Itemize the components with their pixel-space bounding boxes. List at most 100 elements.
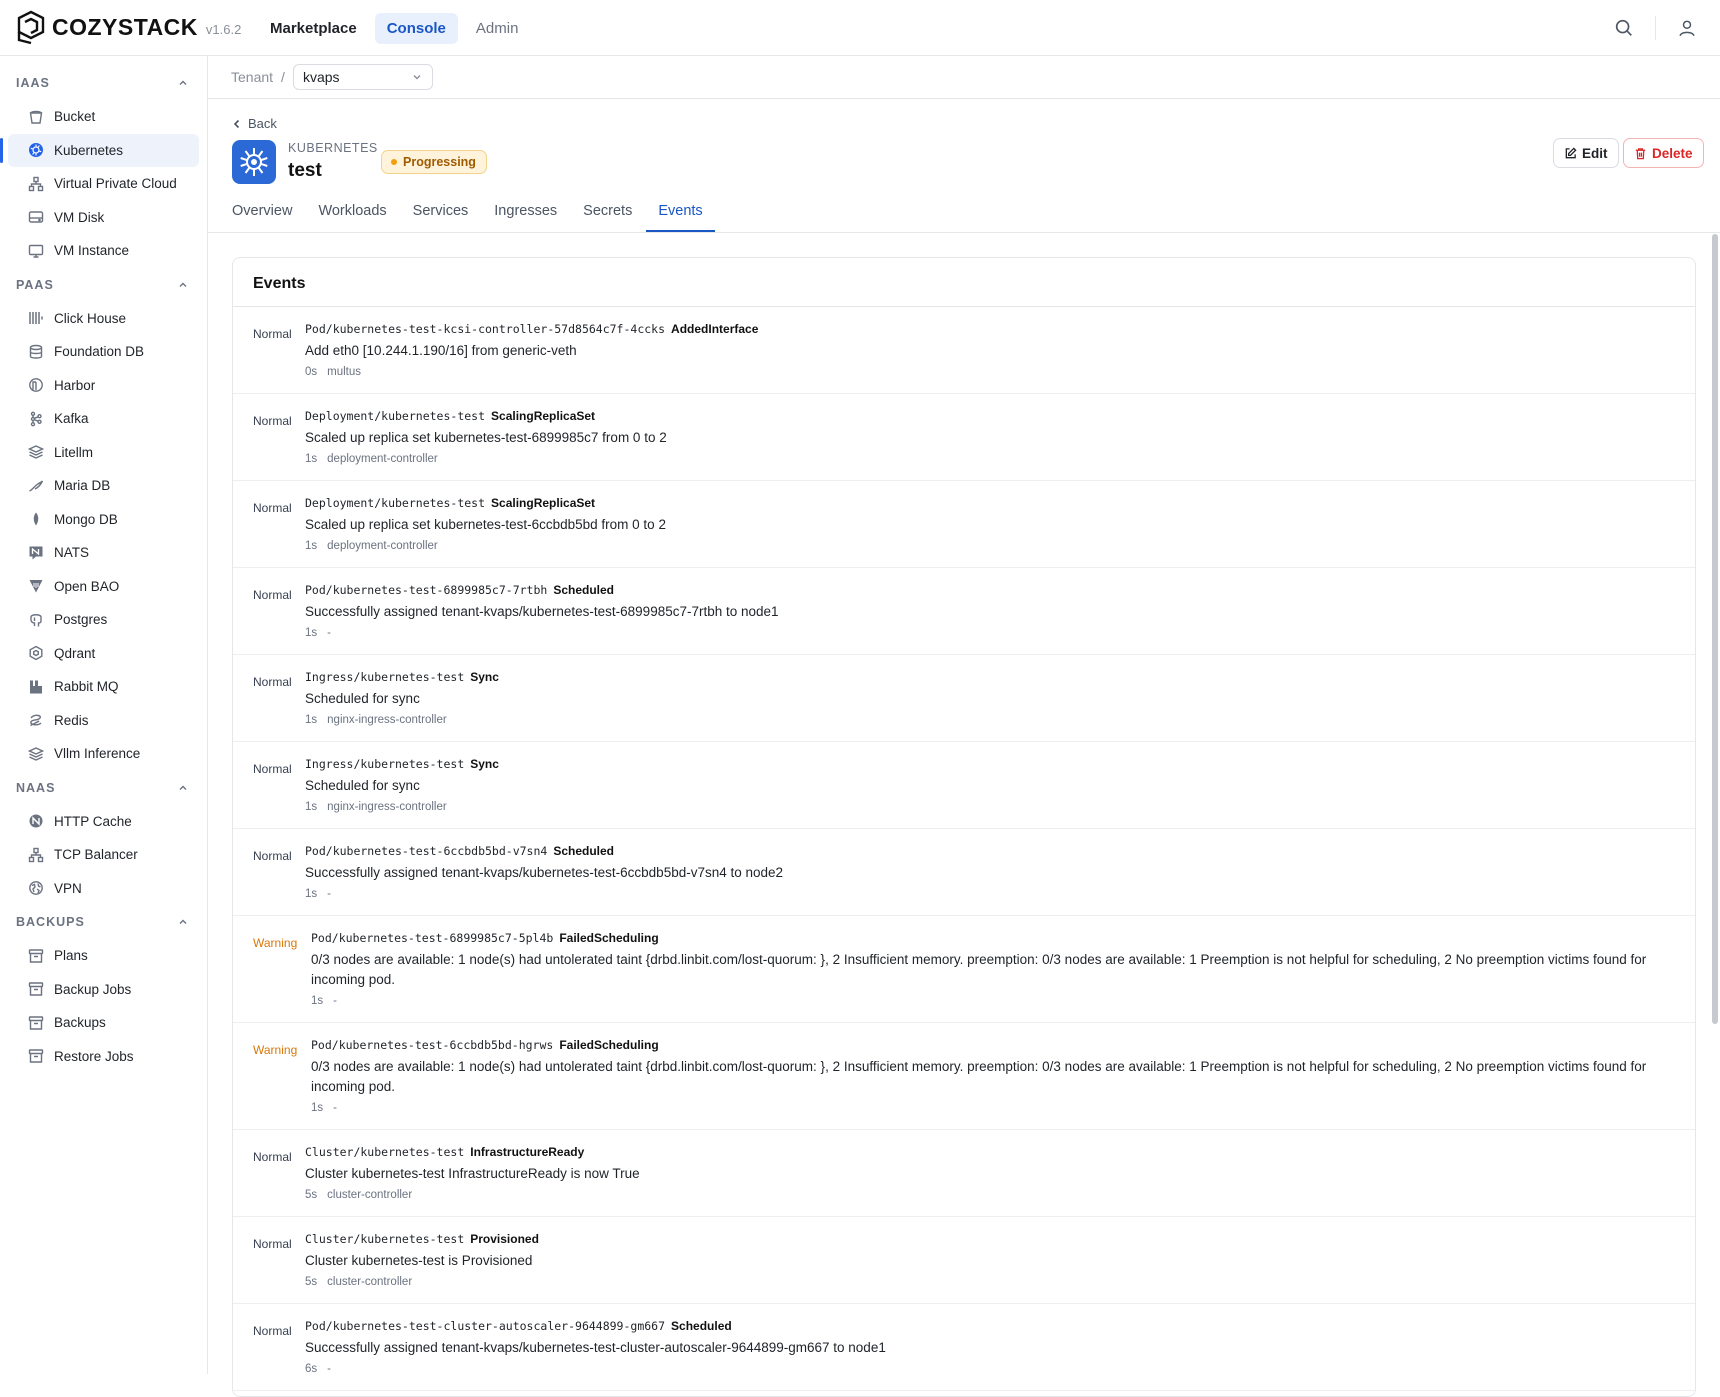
event-reason: ScalingReplicaSet: [491, 409, 596, 423]
event-object[interactable]: Pod/kubernetes-test-6899985c7-5pl4b: [311, 931, 553, 945]
sidebar-item-label: Rabbit MQ: [54, 679, 119, 695]
vpn-icon: [28, 880, 44, 896]
sidebar-item-label: Click House: [54, 310, 127, 326]
section-header-iaas[interactable]: IAAS: [0, 66, 207, 100]
sidebar-item-nats[interactable]: NATS: [8, 536, 199, 570]
archive-icon: [28, 1048, 44, 1064]
sidebar-item-bucket[interactable]: Bucket: [8, 100, 199, 134]
sidebar-item-restore-jobs[interactable]: Restore Jobs: [8, 1040, 199, 1074]
back-label: Back: [248, 116, 277, 131]
elephant-icon: [28, 612, 44, 628]
sidebar-item-vllm-inference[interactable]: Vllm Inference: [8, 737, 199, 771]
back-link[interactable]: Back: [232, 116, 277, 131]
section-header-backups[interactable]: BACKUPS: [0, 905, 207, 939]
nav-marketplace[interactable]: Marketplace: [258, 13, 369, 44]
sidebar-item-vpn[interactable]: VPN: [8, 872, 199, 906]
event-age: 0s: [305, 366, 318, 378]
event-object[interactable]: Cluster/kubernetes-test: [305, 1232, 464, 1246]
sidebar-item-click-house[interactable]: Click House: [8, 302, 199, 336]
event-header: Ingress/kubernetes-test Sync: [305, 669, 1655, 685]
tab-overview[interactable]: Overview: [220, 198, 304, 232]
event-source: nginx-ingress-controller: [327, 801, 447, 813]
sidebar-item-qdrant[interactable]: Qdrant: [8, 637, 199, 671]
sidebar-item-kubernetes[interactable]: Kubernetes: [0, 133, 199, 167]
redis-icon: [28, 712, 44, 728]
sidebar-item-kafka[interactable]: Kafka: [8, 402, 199, 436]
sidebar-item-backup-jobs[interactable]: Backup Jobs: [8, 973, 199, 1007]
event-body: Ingress/kubernetes-test Sync Scheduled fo…: [305, 669, 1695, 741]
event-object[interactable]: Pod/kubernetes-test-kcsi-controller-57d8…: [305, 322, 665, 336]
event-object[interactable]: Pod/kubernetes-test-cluster-autoscaler-9…: [305, 1319, 665, 1333]
sidebar-item-harbor[interactable]: Harbor: [8, 369, 199, 403]
event-header: Pod/kubernetes-test-6ccbdb5bd-v7sn4 Sched…: [305, 843, 1655, 859]
event-reason: Scheduled: [553, 844, 615, 858]
sidebar-item-label: Kubernetes: [54, 142, 124, 158]
sidebar-item-tcp-balancer[interactable]: TCP Balancer: [8, 838, 199, 872]
event-message: Cluster kubernetes-test InfrastructureRe…: [305, 1166, 640, 1181]
scrollbar[interactable]: [1712, 234, 1718, 1024]
nav-admin[interactable]: Admin: [464, 13, 531, 44]
user-icon[interactable]: [1676, 17, 1698, 39]
sidebar-item-postgres[interactable]: Postgres: [8, 603, 199, 637]
event-object[interactable]: Deployment/kubernetes-test: [305, 496, 485, 510]
event-body: Deployment/kubernetes-test ScalingReplica…: [305, 495, 1695, 567]
sidebar-item-rabbit-mq[interactable]: Rabbit MQ: [8, 670, 199, 704]
tab-ingresses[interactable]: Ingresses: [482, 198, 569, 232]
status-label: Progressing: [403, 155, 476, 169]
kafka-icon: [28, 411, 44, 427]
sidebar-item-http-cache[interactable]: HTTP Cache: [8, 805, 199, 839]
event-age: 1s: [311, 1102, 324, 1114]
tenant-select[interactable]: kvaps: [292, 64, 433, 90]
breadcrumb-separator: /: [281, 69, 285, 85]
sidebar-item-maria-db[interactable]: Maria DB: [8, 469, 199, 503]
edit-button[interactable]: Edit: [1553, 138, 1619, 168]
tab-events[interactable]: Events: [646, 198, 715, 232]
event-header: Pod/kubernetes-test-cluster-autoscaler-9…: [305, 1318, 1655, 1334]
event-reason: Sync: [470, 757, 499, 771]
section-header-paas[interactable]: PAAS: [0, 268, 207, 302]
sidebar-item-vm-instance[interactable]: VM Instance: [8, 234, 199, 268]
event-object[interactable]: Pod/kubernetes-test-6ccbdb5bd-v7sn4: [305, 844, 547, 858]
sidebar-item-redis[interactable]: Redis: [8, 704, 199, 738]
event-object[interactable]: Deployment/kubernetes-test: [305, 409, 485, 423]
cache-icon: [28, 813, 44, 829]
events-title: Events: [233, 258, 1695, 307]
event-age: 1s: [305, 888, 318, 900]
event-source: -: [333, 995, 337, 1007]
sidebar-item-label: Litellm: [54, 444, 94, 460]
event-body: Pod/kubernetes-test-kcsi-controller-57d8…: [305, 321, 1695, 393]
event-reason: Provisioned: [470, 1232, 539, 1246]
event-body: Pod/kubernetes-test-6ccbdb5bd-hgrws Faile…: [311, 1037, 1695, 1129]
top-divider: [1655, 16, 1656, 40]
sidebar-item-mongo-db[interactable]: Mongo DB: [8, 503, 199, 537]
sidebar-item-virtual-private-cloud[interactable]: Virtual Private Cloud: [8, 167, 199, 201]
sidebar-item-open-bao[interactable]: Open BAO: [8, 570, 199, 604]
sidebar-item-plans[interactable]: Plans: [8, 939, 199, 973]
database-icon: [28, 344, 44, 360]
breadcrumb-tenant-root[interactable]: Tenant: [231, 69, 273, 85]
section-header-naas[interactable]: NAAS: [0, 771, 207, 805]
event-meta: 1s deployment-controller: [305, 453, 1655, 465]
delete-button[interactable]: Delete: [1623, 138, 1704, 168]
event-object[interactable]: Pod/kubernetes-test-6899985c7-7rtbh: [305, 583, 547, 597]
event-body: Pod/kubernetes-test-6899985c7-7rtbh Sched…: [305, 582, 1695, 654]
sidebar-item-foundation-db[interactable]: Foundation DB: [8, 335, 199, 369]
event-object[interactable]: Ingress/kubernetes-test: [305, 757, 464, 771]
search-icon[interactable]: [1613, 17, 1635, 39]
top-bar: COZYSTACK v1.6.2 Marketplace Console Adm…: [0, 0, 1720, 56]
nav-console[interactable]: Console: [374, 13, 458, 44]
sidebar-item-litellm[interactable]: Litellm: [8, 436, 199, 470]
section-title: NAAS: [16, 780, 56, 795]
tab-secrets[interactable]: Secrets: [571, 198, 644, 232]
event-reason: Scheduled: [671, 1319, 732, 1333]
event-object[interactable]: Pod/kubernetes-test-6ccbdb5bd-hgrws: [311, 1038, 553, 1052]
logo[interactable]: COZYSTACK v1.6.2: [16, 10, 241, 44]
event-header: Ingress/kubernetes-test Sync: [305, 756, 1655, 772]
tab-services[interactable]: Services: [401, 198, 481, 232]
event-object[interactable]: Cluster/kubernetes-test: [305, 1145, 464, 1159]
tab-workloads[interactable]: Workloads: [306, 198, 398, 232]
sidebar-item-backups[interactable]: Backups: [8, 1006, 199, 1040]
event-age: 1s: [305, 540, 318, 552]
sidebar-item-vm-disk[interactable]: VM Disk: [8, 201, 199, 235]
event-object[interactable]: Ingress/kubernetes-test: [305, 670, 464, 684]
